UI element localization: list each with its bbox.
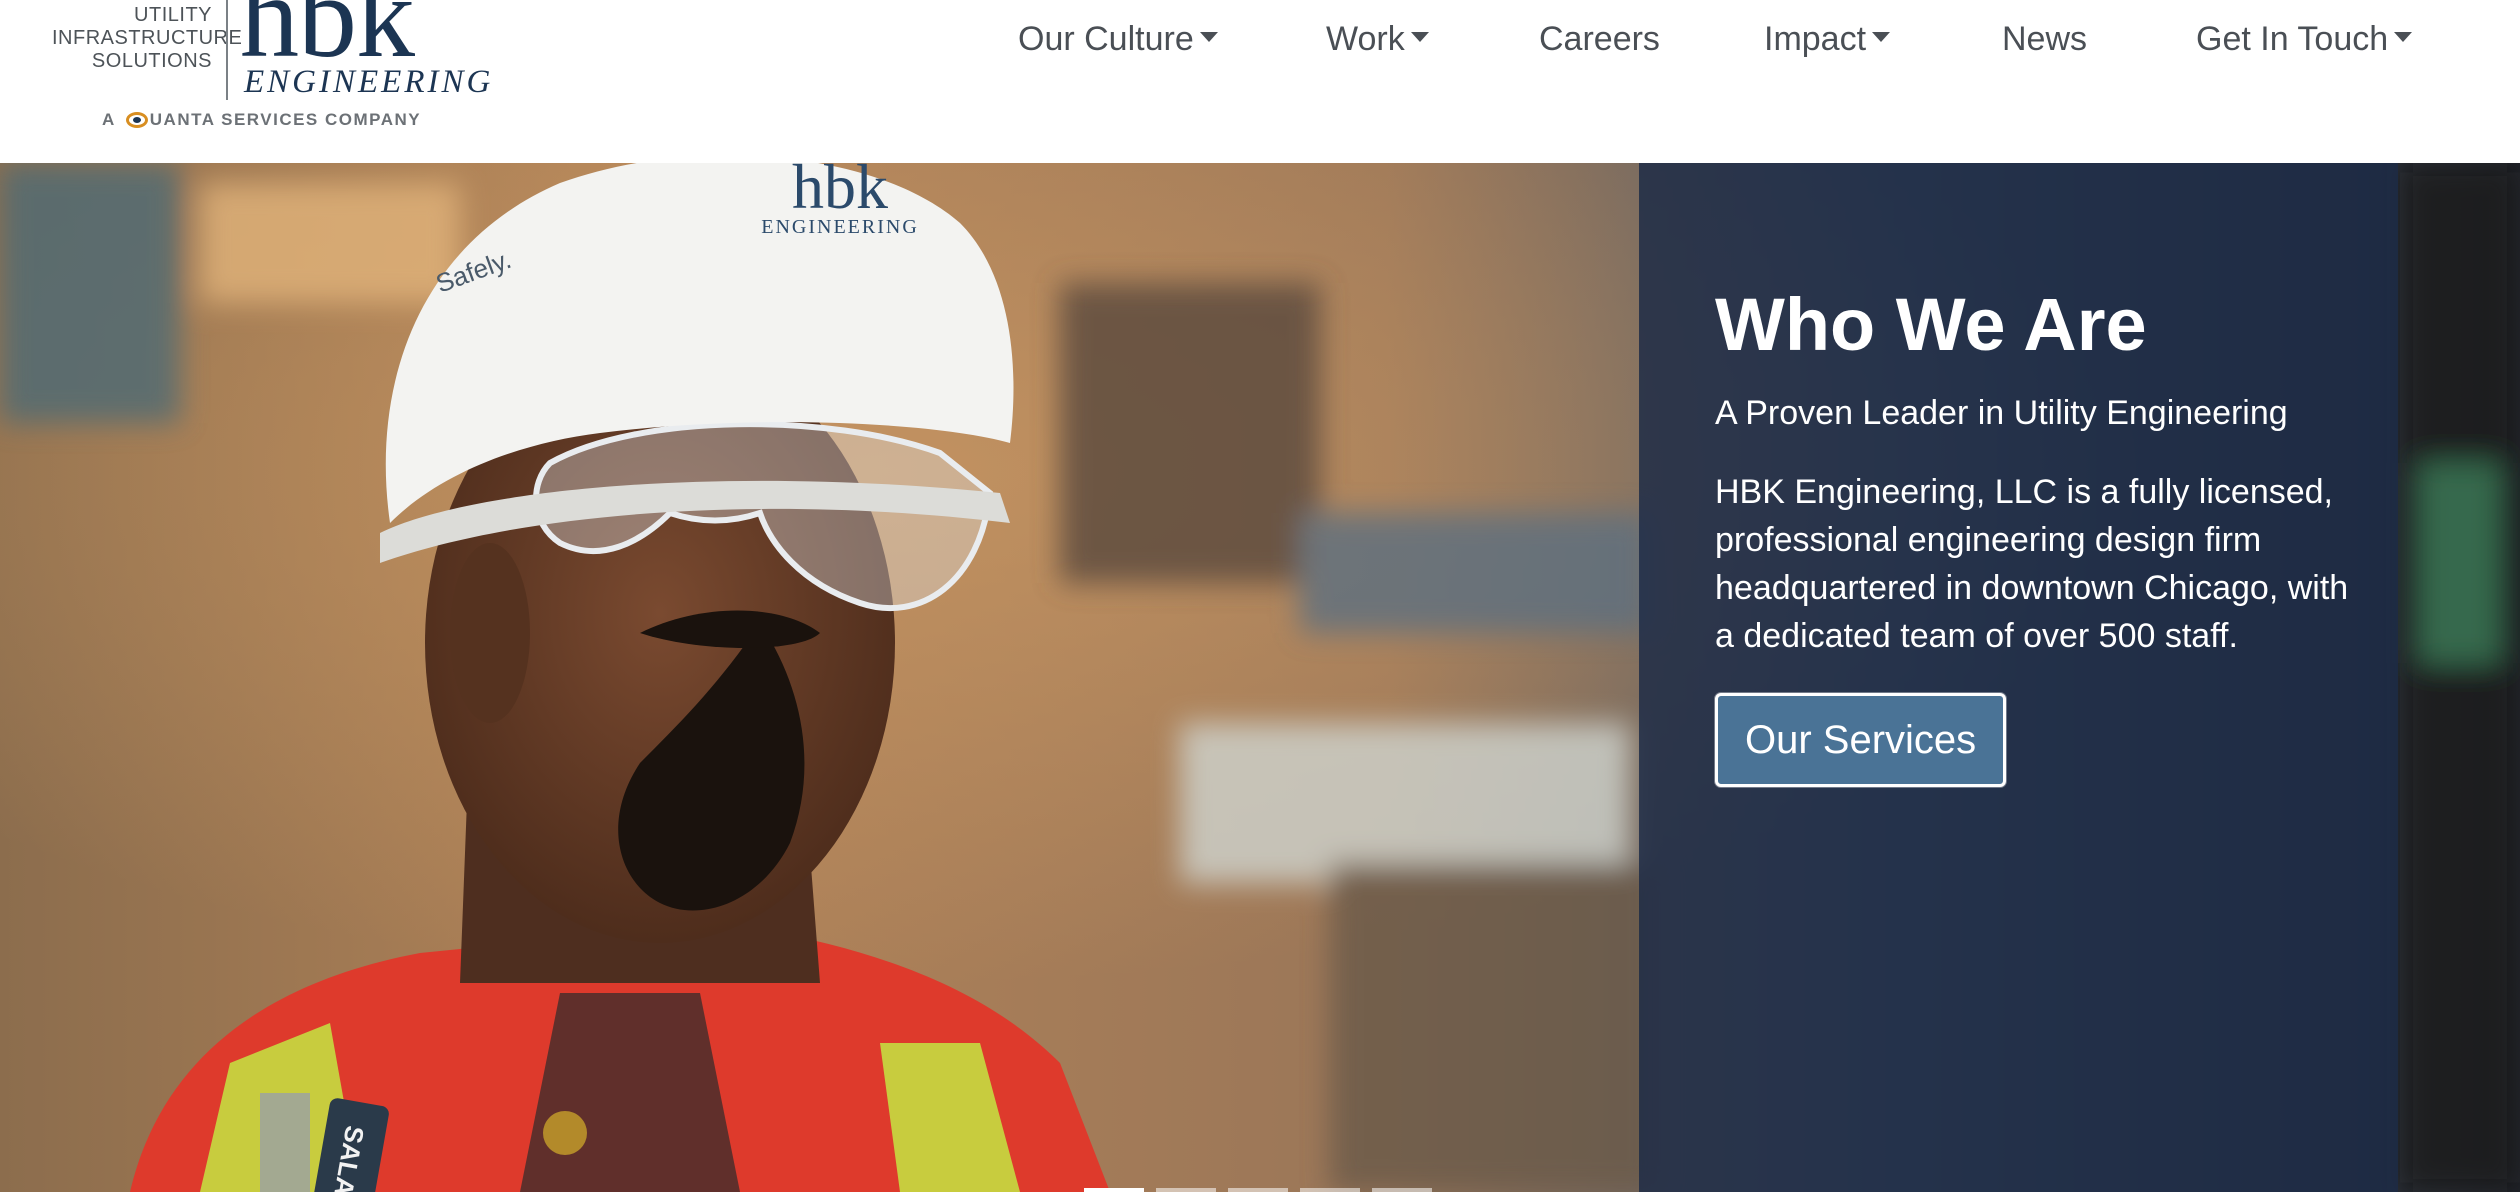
nav-label: Impact: [1764, 19, 1867, 58]
our-services-button[interactable]: Our Services: [1715, 693, 2007, 787]
nav-label: News: [2002, 19, 2088, 58]
caret-down-icon: [1199, 32, 1218, 42]
nav-news[interactable]: News: [2002, 14, 2087, 64]
main-nav: Our Culture Work Careers Impact News Get…: [0, 14, 2520, 64]
svg-text:ENGINEERING: ENGINEERING: [761, 216, 919, 238]
nav-careers[interactable]: Careers: [1539, 14, 1660, 64]
caret-down-icon: [2394, 32, 2413, 42]
site-header: UTILITY INFRASTRUCTURE SOLUTIONS hbk ENG…: [0, 0, 2520, 163]
nav-label: Careers: [1539, 19, 1660, 58]
carousel-indicator-4[interactable]: [1300, 1188, 1360, 1192]
carousel-indicator-2[interactable]: [1156, 1188, 1216, 1192]
logo-tagline: A UANTA SERVICES COMPANY: [102, 110, 421, 130]
nav-get-in-touch[interactable]: Get In Touch: [2196, 14, 2413, 64]
hero-description: HBK Engineering, LLC is a fully licensed…: [1715, 473, 2349, 655]
nav-label: Our Culture: [1018, 19, 1194, 58]
logo-wordmark-sub: ENGINEERING: [244, 64, 494, 100]
carousel-indicator-5[interactable]: [1372, 1188, 1432, 1192]
tagline-prefix: A: [102, 110, 116, 129]
carousel-indicators: [1084, 1188, 1432, 1192]
hero-info-panel: Who We Are A Proven Leader in Utility En…: [1639, 163, 2398, 1192]
nav-impact[interactable]: Impact: [1764, 14, 1891, 64]
tagline-rest: UANTA SERVICES COMPANY: [149, 110, 422, 129]
hero-carousel: hbk ENGINEERING Safely. SALA Who We Are …: [0, 163, 2520, 1192]
quanta-q-icon: [125, 112, 148, 128]
nav-our-culture[interactable]: Our Culture: [1018, 14, 1218, 64]
svg-text:hbk: hbk: [792, 163, 888, 222]
nav-label: Work: [1326, 19, 1405, 58]
hero-title: Who We Are: [1715, 283, 2147, 366]
carousel-indicator-3[interactable]: [1228, 1188, 1288, 1192]
nav-work[interactable]: Work: [1326, 14, 1429, 64]
nav-label: Get In Touch: [2196, 19, 2389, 58]
carousel-indicator-1[interactable]: [1084, 1188, 1144, 1192]
caret-down-icon: [1410, 32, 1429, 42]
hero-subtitle: A Proven Leader in Utility Engineering: [1715, 394, 2288, 432]
caret-down-icon: [1872, 32, 1891, 42]
